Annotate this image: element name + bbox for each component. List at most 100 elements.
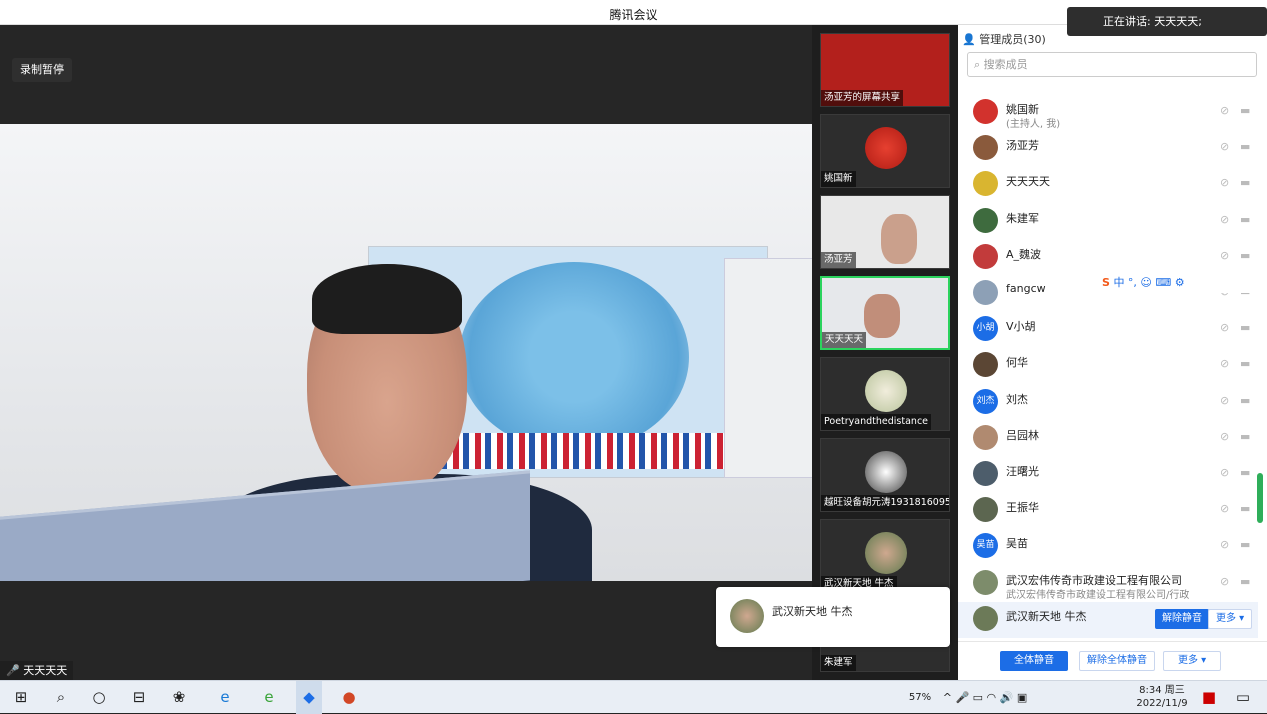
member-row[interactable]: A_魏波 ⊘ ▬ (958, 240, 1258, 276)
member-name: 吕园林 (1006, 428, 1039, 442)
action-center-icon[interactable]: ▭ (1230, 681, 1256, 714)
unmute-button[interactable]: 解除静音 (1155, 608, 1209, 629)
mic-muted-icon[interactable]: ⊘ (1220, 140, 1229, 153)
gallery-tile[interactable]: 姚国新 (820, 114, 950, 188)
avatar (864, 294, 900, 338)
windows-start-icon[interactable]: ⊞ (8, 681, 34, 714)
avatar (973, 99, 998, 124)
camera-off-icon[interactable]: ▬ (1240, 394, 1250, 407)
powerpoint-icon[interactable]: ● (336, 681, 362, 714)
mic-muted-icon[interactable]: ⊘ (1220, 357, 1229, 370)
video-gallery: 汤亚芳的屏幕共享 姚国新 汤亚芳 天天天天 Poetryandthedistan… (812, 25, 958, 680)
gallery-tile[interactable]: Poetryandthedistance (820, 357, 950, 431)
app-icon[interactable]: ❀ (166, 681, 192, 714)
member-row[interactable]: 刘杰 刘杰 ⊘ ▬ (958, 385, 1258, 421)
browser-icon[interactable]: e (256, 681, 282, 714)
speaking-text: 正在讲话: 天天天天; (1103, 15, 1202, 28)
member-name: V小胡 (1006, 320, 1036, 334)
gallery-tile[interactable]: 汤亚芳 (820, 195, 950, 269)
mic-muted-icon[interactable]: ⊘ (1220, 466, 1229, 479)
member-row[interactable]: 天天天天 ⊘ ▬ (958, 167, 1258, 203)
avatar (865, 127, 907, 169)
avatar (730, 599, 764, 633)
mic-muted-icon[interactable]: ⊘ (1220, 321, 1229, 334)
camera-off-icon[interactable]: ▬ (1240, 430, 1250, 443)
time-text: 8:34 周三 (1139, 685, 1185, 696)
member-row[interactable]: 朱建军 ⊘ ▬ (958, 204, 1258, 240)
tile-label: 汤亚芳的屏幕共享 (821, 90, 904, 106)
member-row[interactable]: 武汉宏伟传奇市政建设工程有限公司 武汉宏伟传奇市政建设工程有限公司/行政 ⊘ ▬ (958, 566, 1258, 602)
notification-badge-icon[interactable]: ■ (1198, 681, 1220, 714)
member-row[interactable]: 吕园林 ⊘ ▬ (958, 421, 1258, 457)
cortana-icon[interactable]: ○ (86, 681, 112, 714)
camera-off-icon[interactable]: ▬ (1240, 575, 1250, 588)
avatar: 刘杰 (973, 388, 998, 414)
tray-icons[interactable]: ^ 🎤 ▭ ◠ 🔊 ▣ (940, 681, 1030, 714)
member-row[interactable]: 王振华 ⊘ ▬ (958, 493, 1258, 529)
camera-off-icon[interactable]: ▬ (1240, 321, 1250, 334)
clock[interactable]: 8:34 周三 2022/11/9 (1130, 681, 1194, 714)
member-more-button[interactable]: 更多 ▾ (1208, 608, 1253, 629)
avatar (881, 214, 917, 264)
member-row[interactable]: 何华 ⊘ ▬ (958, 348, 1258, 384)
avatar (973, 243, 998, 269)
avatar: 吴苗 (973, 533, 998, 559)
avatar (973, 280, 998, 305)
record-status-button[interactable]: 录制暂停 (12, 58, 72, 82)
mic-muted-icon[interactable]: ⊘ (1220, 213, 1229, 226)
scrollbar[interactable] (1257, 473, 1263, 523)
gallery-tile[interactable]: 汤亚芳的屏幕共享 (820, 33, 950, 107)
mic-muted-icon[interactable]: ⊘ (1220, 249, 1229, 262)
ime-toolbar[interactable]: S 中 °, ☺ ⌨ ⚙ (1098, 273, 1264, 293)
camera-off-icon[interactable]: ▬ (1240, 176, 1250, 189)
more-button[interactable]: 更多 ▾ (1163, 651, 1222, 671)
gallery-tile[interactable]: 天天天天 (820, 276, 950, 350)
search-input[interactable]: ⌕ 搜索成员 (967, 52, 1257, 77)
mic-muted-icon[interactable]: ⊘ (1220, 538, 1229, 551)
avatar (973, 569, 998, 595)
avatar (973, 135, 998, 161)
tile-label: 越旺设备胡元涛19318160959 (821, 495, 949, 511)
camera-off-icon[interactable]: ▬ (1240, 502, 1250, 515)
avatar (973, 497, 998, 523)
member-name: 汪曙光 (1006, 465, 1039, 478)
member-row[interactable]: 武汉新天地 牛杰 解除静音 更多 ▾ (958, 601, 1258, 638)
mic-muted-icon[interactable]: ⊘ (1220, 176, 1229, 189)
mic-muted-icon[interactable]: ⊘ (1220, 104, 1229, 117)
camera-off-icon[interactable]: ▬ (1240, 466, 1250, 479)
camera-off-icon[interactable]: ▬ (1240, 104, 1250, 117)
panel-title: 👤 管理成员(30) (962, 33, 1046, 46)
member-name: A_魏波 (1006, 247, 1042, 261)
avatar (865, 451, 907, 493)
mic-muted-icon[interactable]: ⊘ (1220, 394, 1229, 407)
gallery-tile[interactable]: 越旺设备胡元涛19318160959 (820, 438, 950, 512)
task-view-icon[interactable]: ⊟ (126, 681, 152, 714)
tencent-meeting-icon[interactable]: ◆ (296, 681, 322, 714)
mic-muted-icon[interactable]: ⊘ (1220, 430, 1229, 443)
camera-off-icon[interactable]: ▬ (1240, 213, 1250, 226)
battery-icon[interactable]: 57% (900, 681, 940, 714)
member-row[interactable]: 吴苗 吴苗 ⊘ ▬ (958, 529, 1258, 565)
camera-off-icon[interactable]: ▬ (1240, 538, 1250, 551)
mic-muted-icon[interactable]: ⊘ (1220, 502, 1229, 515)
avatar (865, 532, 907, 574)
avatar (973, 424, 998, 450)
mic-muted-icon[interactable]: ⊘ (1220, 575, 1229, 588)
member-row[interactable]: 姚国新 (主持人, 我) ⊘ ▬ (958, 95, 1258, 131)
gallery-tile[interactable]: 武汉新天地 牛杰 (820, 519, 950, 593)
ie-browser-icon[interactable]: e (212, 681, 238, 714)
camera-off-icon[interactable]: ▬ (1240, 249, 1250, 262)
avatar (973, 207, 998, 233)
camera-off-icon[interactable]: ▬ (1240, 140, 1250, 153)
member-name: 王振华 (1006, 501, 1039, 515)
unmute-all-button[interactable]: 解除全体静音 (1079, 651, 1155, 671)
tile-label: 天天天天 (822, 332, 867, 348)
member-name: 武汉新天地 牛杰 (1006, 609, 1087, 623)
mute-all-button[interactable]: 全体静音 (1000, 651, 1068, 671)
member-row[interactable]: 汪曙光 ⊘ ▬ (958, 457, 1258, 493)
member-row[interactable]: 汤亚芳 ⊘ ▬ (958, 131, 1258, 167)
speaker-name: 天天天天 (23, 664, 68, 677)
member-row[interactable]: 小胡 V小胡 ⊘ ▬ (958, 312, 1258, 348)
camera-off-icon[interactable]: ▬ (1240, 357, 1250, 370)
search-icon[interactable]: ⌕ (48, 681, 74, 714)
